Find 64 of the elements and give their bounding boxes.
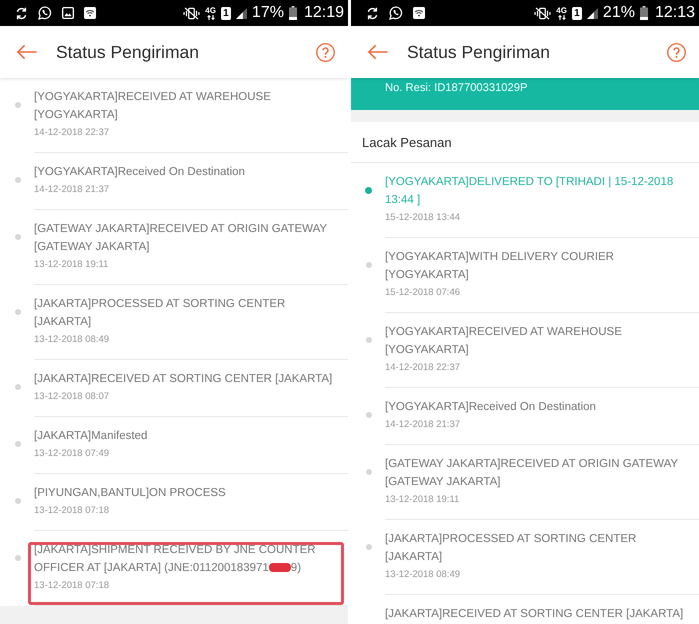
chat-bubble-icon (389, 6, 403, 20)
event-title: [JAKARTA]RECEIVED AT SORTING CENTER [JAKARTA] (34, 372, 334, 387)
sync-icon (15, 6, 28, 20)
event-time: 14-12-2018 21:37 (385, 418, 462, 432)
battery-percent: 17% (252, 4, 284, 22)
sync-icon (366, 6, 379, 20)
battery-percent: 21% (602, 4, 635, 22)
clock-time: 12:13 (654, 4, 695, 22)
help-button[interactable] (314, 40, 337, 64)
event-title: [GATEWAY JAKARTA]RECEIVED AT ORIGIN GATEWAY [GATEWAY JAKARTA] (385, 457, 679, 490)
event-time: 13-12-2018 08:07 (34, 390, 110, 404)
image-icon (62, 7, 74, 19)
chat-bubble-icon (38, 6, 52, 20)
back-button[interactable] (14, 42, 39, 62)
event-time: 13-12-2018 07:18 (34, 579, 110, 593)
event-time: 13-12-2018 19:11 (34, 258, 110, 272)
event-time: 13-12-2018 19:11 (385, 493, 460, 507)
network-type: 4G (205, 6, 216, 14)
event-time: 13-12-2018 07:49 (34, 447, 110, 461)
event-title: [JAKARTA]PROCESSED AT SORTING CENTER [JAKARTA] (34, 297, 286, 330)
back-arrow-icon (367, 44, 388, 60)
event-title: [GATEWAY JAKARTA]RECEIVED AT ORIGIN GATEWAY [GATEWAY JAKARTA] (34, 222, 328, 255)
event-time: 15-12-2018 07:46 (385, 286, 462, 300)
event-title: [JAKARTA]SHIPMENT RECEIVED BY JNE COUNTER OFFICER AT [JAKARTA] (JNE:011200183971 9) (34, 543, 317, 576)
event-title: [JAKARTA]PROCESSED AT SORTING CENTER [JAKARTA] (385, 532, 638, 565)
battery-icon (640, 6, 648, 20)
signal-icon (236, 8, 247, 18)
vibrate-muted-icon (534, 6, 552, 20)
data-arrows-icon (206, 14, 215, 20)
clock-time: 12:19 (304, 4, 344, 22)
event-time: 13-12-2018 08:49 (385, 568, 462, 582)
back-button[interactable] (365, 42, 390, 62)
event-time: 14-12-2018 22:37 (385, 361, 462, 375)
receipt-number: No. Resi: ID187700331029P (385, 81, 528, 95)
event-title: [PIYUNGAN,BANTUL]ON PROCESS (34, 486, 227, 501)
event-title: [YOGYAKARTA]RECEIVED AT WAREHOUSE [YOGYAKARTA] (385, 325, 623, 358)
battery-icon (288, 6, 297, 20)
event-title: [JAKARTA]Manifested (34, 429, 148, 444)
event-time: 13-12-2018 07:18 (34, 504, 110, 518)
wifi-icon (84, 7, 96, 19)
sim-badge: 1 (220, 6, 231, 20)
wifi-icon (413, 7, 425, 19)
vibrate-muted-icon (183, 6, 200, 20)
event-time: 14-12-2018 21:37 (34, 183, 110, 197)
event-time: 15-12-2018 13:44 (385, 211, 462, 225)
event-title: [YOGYAKARTA]Received On Destination (34, 165, 246, 180)
help-icon (316, 42, 335, 62)
signal-icon (586, 8, 598, 18)
event-title: [YOGYAKARTA]RECEIVED AT WAREHOUSE [YOGYAKARTA] (34, 90, 272, 123)
help-icon (667, 42, 686, 62)
event-title: [JAKARTA]RECEIVED AT SORTING CENTER [JAKARTA] (385, 607, 684, 622)
sim-badge: 1 (572, 6, 582, 20)
help-button[interactable] (665, 40, 688, 64)
page-title: Status Pengiriman (56, 42, 200, 62)
data-arrows-icon (558, 14, 566, 20)
event-title: [YOGYAKARTA]WITH DELIVERY COURIER [YOGYAKARTA] (385, 250, 615, 283)
event-time: 14-12-2018 22:37 (34, 126, 110, 140)
back-arrow-icon (16, 44, 37, 60)
network-type: 4G (556, 6, 567, 14)
event-title: [YOGYAKARTA]Received On Destination (385, 400, 597, 415)
page-title: Status Pengiriman (407, 42, 551, 62)
section-title: Lacak Pesanan (362, 134, 452, 150)
event-title: [YOGYAKARTA]DELIVERED TO [TRIHADI | 15-12-2018 13:44 ] (385, 175, 674, 208)
event-time: 13-12-2018 08:49 (34, 333, 110, 347)
